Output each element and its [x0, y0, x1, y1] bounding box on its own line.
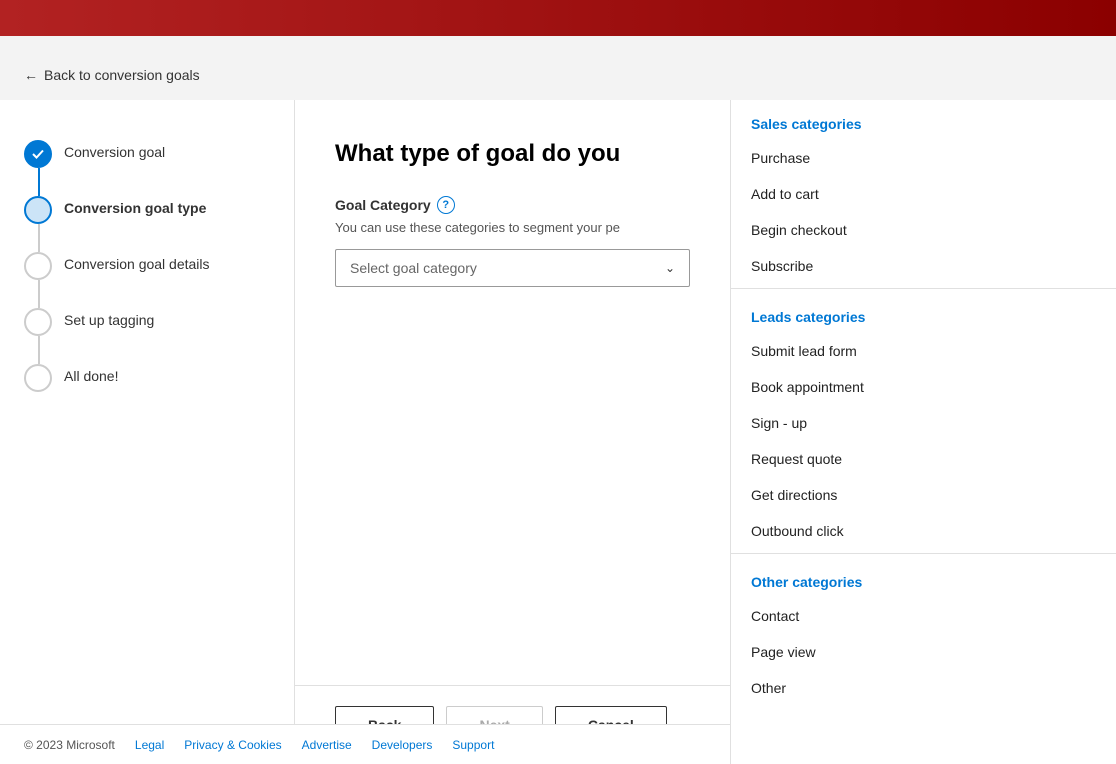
back-navigation: ← Back to conversion goals — [0, 55, 730, 95]
dropdown-item-outbound-click[interactable]: Outbound click — [731, 513, 1116, 549]
dropdown-item-page-view[interactable]: Page view — [731, 634, 1116, 670]
goal-category-dropdown[interactable]: Select goal category ⌄ — [335, 249, 690, 287]
dropdown-item-sign-up[interactable]: Sign - up — [731, 405, 1116, 441]
footer-support-link[interactable]: Support — [452, 738, 494, 752]
dropdown-item-subscribe[interactable]: Subscribe — [731, 248, 1116, 284]
help-icon[interactable]: ? — [437, 196, 455, 214]
sales-categories-header: Sales categories — [731, 100, 1116, 140]
step-circle-set-up-tagging — [24, 308, 52, 336]
form-area: What type of goal do you Goal Category ?… — [295, 100, 730, 764]
footer-legal-link[interactable]: Legal — [135, 738, 164, 752]
connector-2 — [38, 224, 40, 252]
divider-1 — [731, 288, 1116, 289]
dropdown-item-add-to-cart[interactable]: Add to cart — [731, 176, 1116, 212]
step-label-conversion-goal-type: Conversion goal type — [64, 196, 206, 216]
dropdown-item-other[interactable]: Other — [731, 670, 1116, 706]
other-categories-header: Other categories — [731, 558, 1116, 598]
footer-privacy-cookies-link[interactable]: Privacy & Cookies — [184, 738, 281, 752]
step-circle-conversion-goal — [24, 140, 52, 168]
step-label-all-done: All done! — [64, 364, 118, 384]
goal-category-description: You can use these categories to segment … — [335, 220, 690, 235]
step-label-set-up-tagging: Set up tagging — [64, 308, 154, 328]
back-to-conversion-goals-link[interactable]: ← Back to conversion goals — [24, 67, 200, 83]
dropdown-item-request-quote[interactable]: Request quote — [731, 441, 1116, 477]
steps-sidebar: Conversion goal Conversion goal type Con… — [0, 100, 295, 764]
step-label-conversion-goal-details: Conversion goal details — [64, 252, 210, 272]
divider-2 — [731, 553, 1116, 554]
dropdown-placeholder: Select goal category — [350, 260, 477, 276]
step-conversion-goal-details: Conversion goal details — [24, 252, 270, 280]
footer-developers-link[interactable]: Developers — [372, 738, 433, 752]
step-label-conversion-goal: Conversion goal — [64, 140, 165, 160]
connector-1 — [38, 168, 40, 196]
dropdown-item-begin-checkout[interactable]: Begin checkout — [731, 212, 1116, 248]
chevron-down-icon: ⌄ — [665, 261, 675, 275]
step-circle-conversion-goal-type — [24, 196, 52, 224]
dropdown-item-contact[interactable]: Contact — [731, 598, 1116, 634]
dropdown-item-purchase[interactable]: Purchase — [731, 140, 1116, 176]
step-conversion-goal-type: Conversion goal type — [24, 196, 270, 224]
goal-category-text: Goal Category — [335, 197, 431, 213]
copyright: © 2023 Microsoft — [24, 738, 115, 752]
step-all-done: All done! — [24, 364, 270, 392]
step-circle-conversion-goal-details — [24, 252, 52, 280]
connector-4 — [38, 336, 40, 364]
dropdown-item-book-appointment[interactable]: Book appointment — [731, 369, 1116, 405]
back-arrow-icon: ← — [24, 67, 38, 83]
step-set-up-tagging: Set up tagging — [24, 308, 270, 336]
connector-3 — [38, 280, 40, 308]
step-circle-all-done — [24, 364, 52, 392]
main-area: Conversion goal Conversion goal type Con… — [0, 100, 730, 764]
goal-category-label: Goal Category ? — [335, 196, 690, 214]
back-to-conversion-goals-label: Back to conversion goals — [44, 67, 200, 83]
footer-advertise-link[interactable]: Advertise — [302, 738, 352, 752]
dropdown-item-get-directions[interactable]: Get directions — [731, 477, 1116, 513]
footer: © 2023 Microsoft Legal Privacy & Cookies… — [0, 724, 730, 764]
leads-categories-header: Leads categories — [731, 293, 1116, 333]
dropdown-item-submit-lead-form[interactable]: Submit lead form — [731, 333, 1116, 369]
form-title: What type of goal do you — [335, 140, 690, 168]
top-bar — [0, 0, 1116, 36]
dropdown-panel: Sales categories Purchase Add to cart Be… — [730, 100, 1116, 764]
step-conversion-goal: Conversion goal — [24, 140, 270, 168]
